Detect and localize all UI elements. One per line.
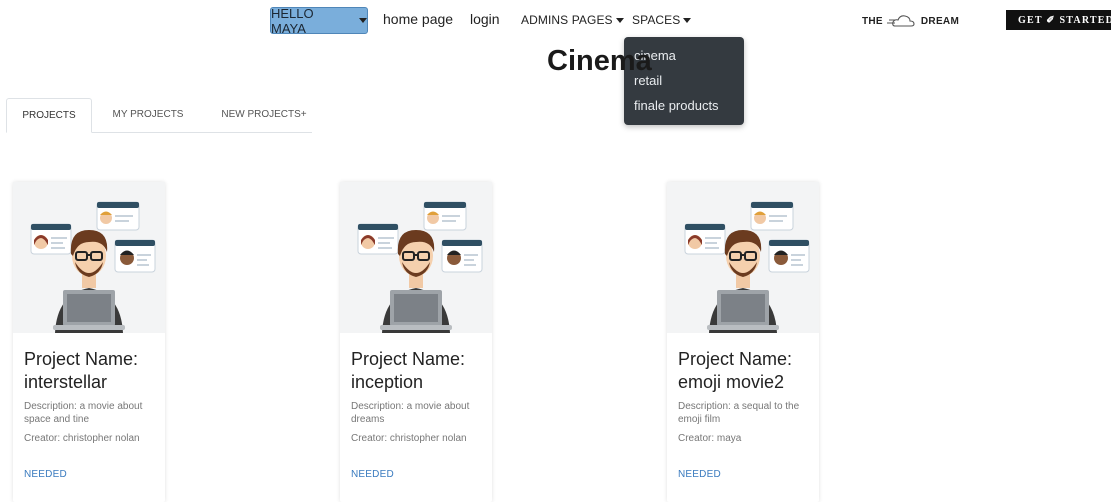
project-title: Project Name: inception [351, 349, 466, 392]
user-menu-button[interactable]: HELLO MAYA [270, 5, 368, 36]
project-description: Description: a movie about dreams [351, 401, 470, 425]
project-creator: Creator: maya [678, 433, 742, 444]
get-started-button[interactable]: GET ✐ STARTED [1006, 10, 1111, 30]
project-card: Project Name: interstellar Description: … [13, 182, 165, 502]
nav-admins-label: ADMINS PAGES [521, 13, 613, 27]
caret-down-icon [615, 18, 624, 24]
caret-down-icon [683, 18, 692, 24]
project-description: Description: a sequal to the emoji film [678, 401, 800, 425]
top-navbar: HELLO MAYA home page login ADMINS PAGES … [0, 0, 1111, 40]
project-card: Project Name: inception Description: a m… [340, 182, 492, 502]
page-title: Cinema [547, 45, 652, 77]
project-creator: Creator: christopher nolan [351, 433, 467, 444]
project-description: Description: a movie about space and tin… [24, 401, 143, 425]
brand-left-text: THE [862, 15, 883, 27]
project-card: Project Name: emoji movie2 Description: … [667, 182, 819, 502]
needed-link[interactable]: NEEDED [351, 469, 394, 480]
person-laptop-illustration [667, 182, 819, 333]
tab-projects[interactable]: PROJECTS [6, 98, 92, 133]
brand-right-text: DREAM [920, 15, 960, 27]
nav-spaces-dropdown[interactable]: SPACES [632, 13, 692, 27]
tab-new-projects[interactable]: NEW PROJECTS+ [204, 98, 324, 132]
tab-my-projects[interactable]: MY PROJECTS [92, 98, 204, 132]
needed-link[interactable]: NEEDED [24, 469, 67, 480]
nav-admins-dropdown[interactable]: ADMINS PAGES [521, 13, 624, 27]
nav-spaces-label: SPACES [632, 13, 681, 27]
user-menu-label: HELLO MAYA [271, 5, 314, 36]
project-title: Project Name: interstellar [24, 349, 139, 392]
nav-login-link[interactable]: login [470, 11, 500, 27]
needed-link[interactable]: NEEDED [678, 469, 721, 480]
nav-home-link[interactable]: home page [383, 11, 453, 27]
caret-down-icon [359, 18, 367, 23]
brand-logo[interactable]: THE DREAM [862, 13, 959, 29]
project-title: Project Name: emoji movie2 [678, 349, 793, 392]
project-tabs: PROJECTS MY PROJECTS NEW PROJECTS+ [6, 98, 312, 133]
person-laptop-illustration [13, 182, 165, 333]
cloud-icon [886, 13, 917, 29]
project-creator: Creator: christopher nolan [24, 433, 140, 444]
dropdown-item-finale-products[interactable]: finale products [624, 93, 744, 118]
person-laptop-illustration [340, 182, 492, 333]
